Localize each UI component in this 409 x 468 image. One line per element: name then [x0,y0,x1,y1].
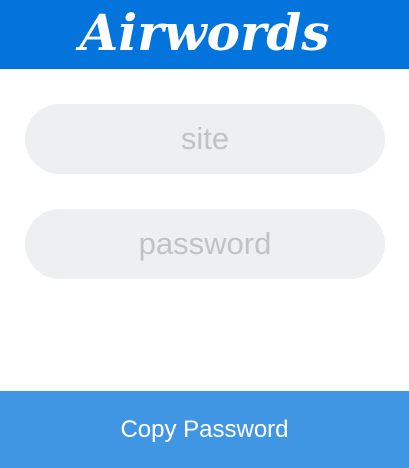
airwords-app: Airwords Copy Password [0,0,409,468]
password-input[interactable] [25,209,385,279]
app-header: Airwords [0,0,409,69]
copy-password-button[interactable]: Copy Password [0,391,409,468]
app-logo: Airwords [79,3,330,62]
site-input[interactable] [25,104,385,174]
copy-password-label: Copy Password [120,415,289,443]
